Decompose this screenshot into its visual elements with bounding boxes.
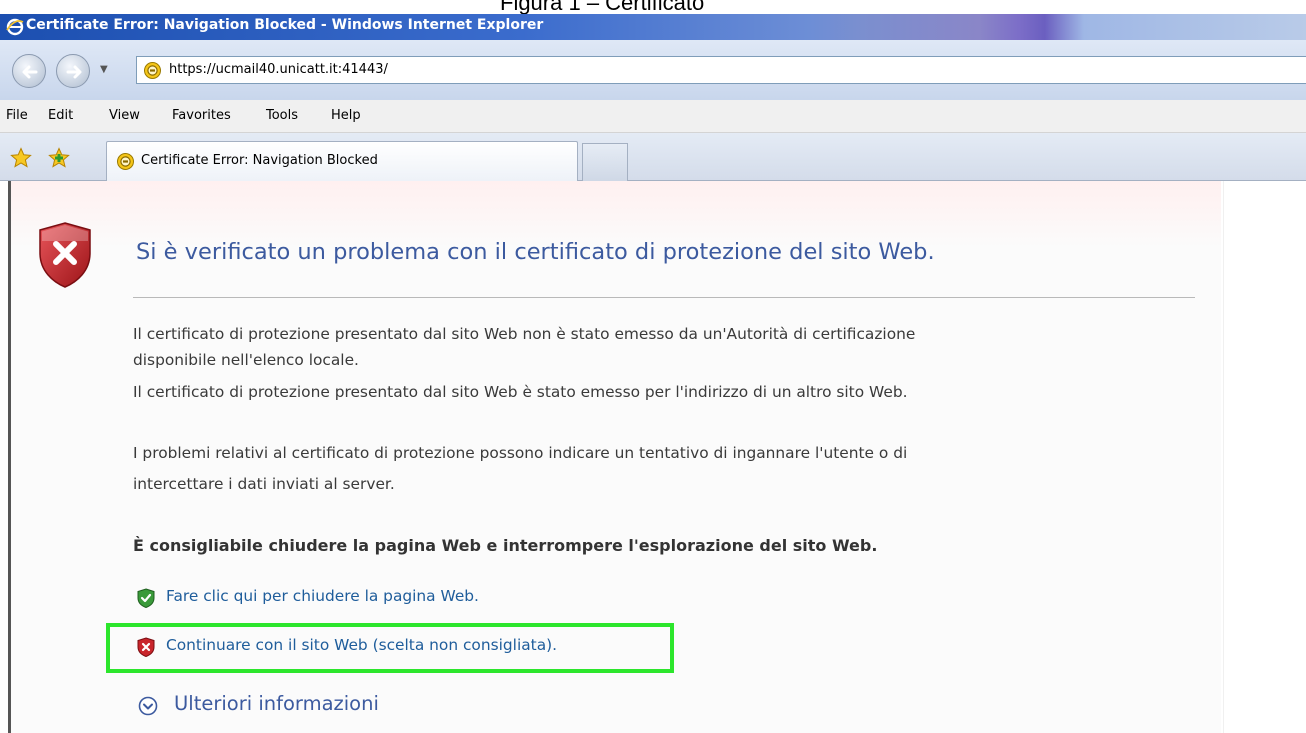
window-titlebar: Certificate Error: Navigation Blocked - … — [0, 14, 1306, 40]
menu-view[interactable]: View — [109, 108, 140, 123]
paragraph-line: disponibile nell'elenco locale. — [133, 351, 359, 369]
paragraph-line: Il certificato di protezione presentato … — [133, 325, 916, 343]
paragraph-line: intercettare i dati inviati al server. — [133, 475, 395, 493]
tab-label: Certificate Error: Navigation Blocked — [141, 153, 378, 168]
divider — [133, 297, 1195, 298]
menu-edit[interactable]: Edit — [48, 108, 73, 123]
more-info-link[interactable]: Ulteriori informazioni — [174, 692, 379, 715]
tab-certificate-error[interactable]: Certificate Error: Navigation Blocked — [106, 141, 578, 181]
highlight-box — [106, 623, 674, 673]
back-button[interactable] — [12, 54, 46, 88]
shield-ok-icon — [137, 588, 155, 608]
address-field[interactable]: https://ucmail40.unicatt.it:41443/ — [136, 56, 1306, 84]
recommendation-text: È consigliabile chiudere la pagina Web e… — [133, 536, 878, 555]
menu-bar: File Edit View Favorites Tools Help — [0, 100, 1306, 133]
document-caption-text: Figura 1 – Certificato — [500, 0, 705, 14]
address-toolbar: ▼ https://ucmail40.unicatt.it:41443/ — [0, 40, 1306, 100]
paragraph-line: Il certificato di protezione presentato … — [133, 383, 908, 401]
shield-error-icon — [39, 222, 91, 288]
tab-bar: Certificate Error: Navigation Blocked — [0, 133, 1306, 181]
document-caption: Figura 1 – Certificato — [0, 0, 1306, 14]
menu-tools[interactable]: Tools — [266, 108, 298, 123]
back-arrow-icon — [22, 65, 38, 79]
certificate-error-icon — [144, 62, 161, 79]
menu-favorites[interactable]: Favorites — [172, 108, 231, 123]
certificate-error-icon — [117, 153, 134, 170]
content-margin — [1223, 181, 1306, 733]
add-favorites-icon[interactable] — [48, 147, 70, 169]
window-title: Certificate Error: Navigation Blocked - … — [26, 17, 544, 33]
new-tab-button[interactable] — [582, 143, 628, 181]
menu-file[interactable]: File — [6, 108, 28, 123]
paragraph-line: I problemi relativi al certificato di pr… — [133, 444, 908, 462]
ie-logo-icon — [6, 18, 24, 36]
chevron-down-circle-icon — [138, 696, 158, 716]
menu-help[interactable]: Help — [331, 108, 361, 123]
recent-pages-dropdown[interactable]: ▼ — [100, 64, 108, 75]
forward-button[interactable] — [56, 54, 90, 88]
page-content: Si è verificato un problema con il certi… — [8, 181, 1306, 733]
page-title: Si è verificato un problema con il certi… — [136, 239, 935, 265]
forward-arrow-icon — [66, 65, 82, 79]
close-page-link[interactable]: Fare clic qui per chiudere la pagina Web… — [166, 587, 479, 605]
favorites-star-icon[interactable] — [10, 147, 32, 169]
address-url: https://ucmail40.unicatt.it:41443/ — [169, 62, 388, 77]
